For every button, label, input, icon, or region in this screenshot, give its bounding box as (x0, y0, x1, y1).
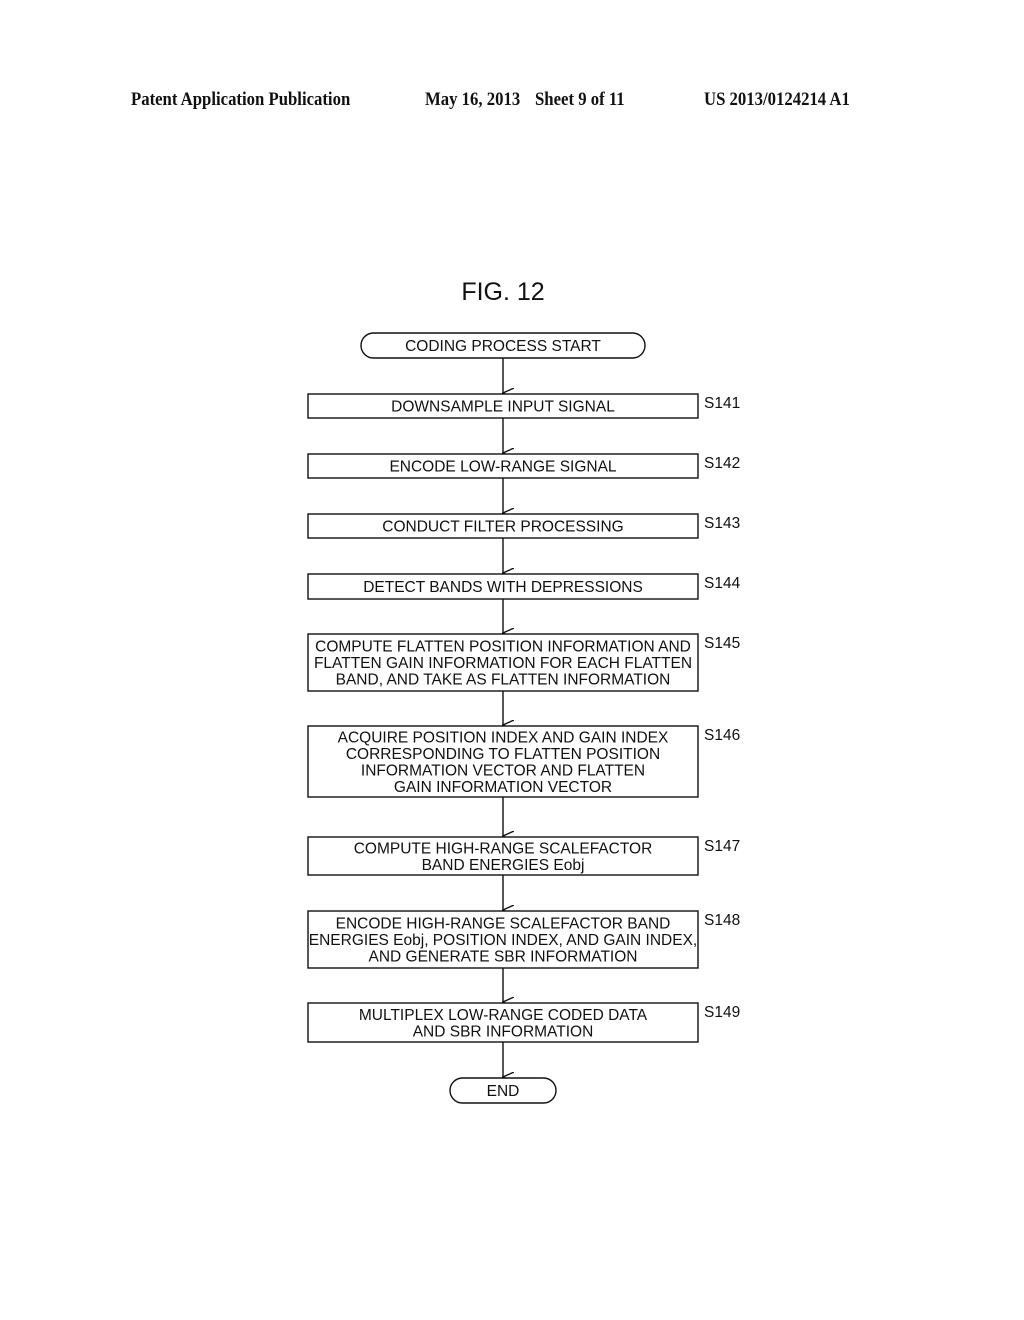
step-text-line: FLATTEN GAIN INFORMATION FOR EACH FLATTE… (314, 655, 692, 672)
step-label-s143: S143 (704, 515, 740, 532)
step-text-line: DOWNSAMPLE INPUT SIGNAL (391, 399, 615, 416)
step-text-line: ENCODE LOW-RANGE SIGNAL (389, 459, 616, 476)
step-label-s148: S148 (704, 912, 740, 929)
step-text-line: AND GENERATE SBR INFORMATION (369, 949, 638, 966)
step-text-line: COMPUTE HIGH-RANGE SCALEFACTOR (354, 840, 653, 857)
flowchart: CODING PROCESS START DOWNSAMPLE INPUT SIG… (307, 332, 741, 1104)
step-text-line: CORRESPONDING TO FLATTEN POSITION (346, 746, 660, 763)
step-label-s141: S141 (704, 395, 740, 412)
step-label-s146: S146 (704, 727, 740, 744)
step-text-line: COMPUTE FLATTEN POSITION INFORMATION AND (315, 639, 691, 656)
step-text-line: MULTIPLEX LOW-RANGE CODED DATA (359, 1007, 648, 1024)
step-text-line: AND SBR INFORMATION (413, 1023, 594, 1040)
step-text-line: BAND, AND TAKE AS FLATTEN INFORMATION (336, 672, 671, 689)
step-text-line: BAND ENERGIES Eobj (422, 857, 585, 874)
step-label-s147: S147 (704, 838, 740, 855)
start-terminal-label: CODING PROCESS START (405, 338, 601, 355)
step-text-line: ENERGIES Eobj, POSITION INDEX, AND GAIN … (309, 932, 697, 949)
step-label-s145: S145 (704, 635, 740, 652)
step-label-s142: S142 (704, 455, 740, 472)
step-label-s149: S149 (704, 1004, 740, 1021)
step-text-line: INFORMATION VECTOR AND FLATTEN (361, 762, 645, 779)
step-text-line: ACQUIRE POSITION INDEX AND GAIN INDEX (338, 729, 669, 746)
step-text-line: ENCODE HIGH-RANGE SCALEFACTOR BAND (336, 916, 671, 933)
step-text-line: DETECT BANDS WITH DEPRESSIONS (363, 579, 643, 596)
step-text-line: GAIN INFORMATION VECTOR (394, 779, 612, 796)
step-label-s144: S144 (704, 575, 741, 592)
step-text-line: CONDUCT FILTER PROCESSING (382, 519, 623, 536)
end-terminal-label: END (487, 1083, 520, 1100)
